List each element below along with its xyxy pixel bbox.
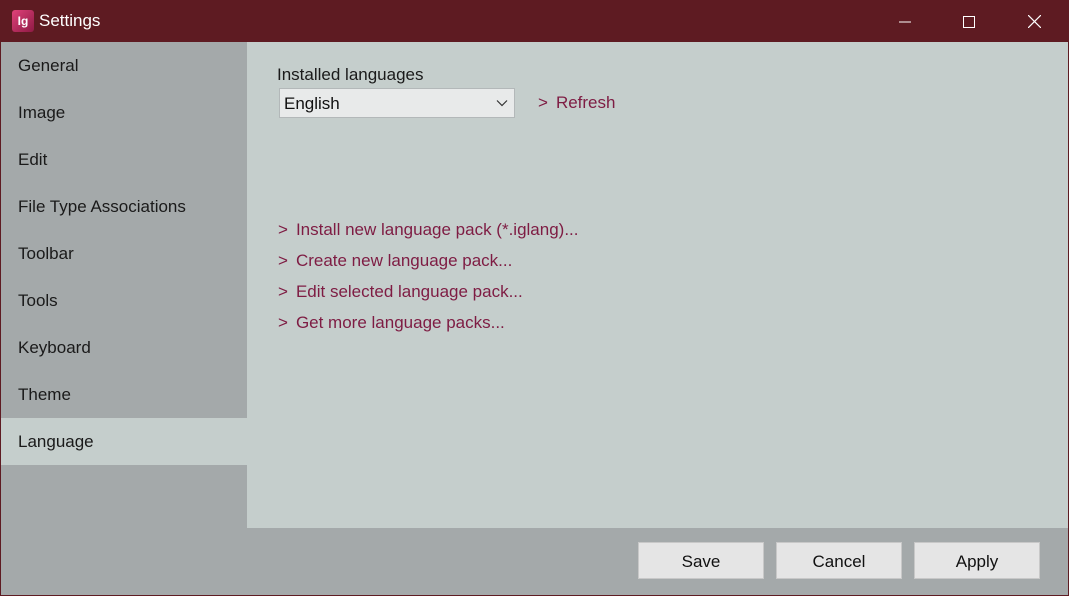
- create-language-pack-link[interactable]: > Create new language pack...: [278, 251, 512, 271]
- close-icon: [1027, 15, 1041, 28]
- install-language-pack-link[interactable]: > Install new language pack (*.iglang)...: [278, 220, 579, 240]
- get-more-language-packs-link[interactable]: > Get more language packs...: [278, 313, 505, 333]
- edit-language-pack-label: Edit selected language pack...: [295, 282, 523, 301]
- link-prefix: >: [538, 93, 548, 112]
- sidebar-item-general[interactable]: General: [1, 42, 247, 89]
- window-title: Settings: [39, 11, 101, 30]
- get-more-language-packs-label: Get more language packs...: [295, 313, 505, 332]
- sidebar-item-toolbar[interactable]: Toolbar: [1, 230, 247, 277]
- sidebar-item-keyboard[interactable]: Keyboard: [1, 324, 247, 371]
- maximize-button[interactable]: [936, 1, 1002, 42]
- chevron-down-icon: [496, 100, 508, 107]
- link-prefix: >: [278, 220, 288, 239]
- sidebar-item-language[interactable]: Language: [1, 418, 247, 465]
- link-prefix: >: [278, 282, 288, 301]
- apply-button[interactable]: Apply: [914, 542, 1040, 579]
- create-language-pack-label: Create new language pack...: [295, 251, 513, 270]
- title-bar[interactable]: Ig Settings: [1, 1, 1068, 42]
- sidebar-item-file-type-associations[interactable]: File Type Associations: [1, 183, 247, 230]
- sidebar-item-theme[interactable]: Theme: [1, 371, 247, 418]
- cancel-button[interactable]: Cancel: [776, 542, 902, 579]
- sidebar-item-edit[interactable]: Edit: [1, 136, 247, 183]
- refresh-link[interactable]: > Refresh: [538, 93, 615, 113]
- minimize-button[interactable]: [872, 1, 938, 42]
- link-prefix: >: [278, 313, 288, 332]
- language-dropdown-value: English: [284, 94, 340, 113]
- close-button[interactable]: [1001, 1, 1067, 42]
- language-settings-panel: Installed languages English > Refresh > In…: [247, 42, 1068, 528]
- save-button[interactable]: Save: [638, 542, 764, 579]
- edit-language-pack-link[interactable]: > Edit selected language pack...: [278, 282, 523, 302]
- maximize-icon: [963, 15, 975, 28]
- footer-bar: Save Cancel Apply: [247, 528, 1068, 595]
- sidebar-item-image[interactable]: Image: [1, 89, 247, 136]
- settings-sidebar: General Image Edit File Type Association…: [1, 42, 247, 595]
- language-dropdown[interactable]: English: [279, 88, 515, 118]
- app-icon: Ig: [12, 10, 34, 32]
- minimize-icon: [899, 21, 911, 22]
- settings-window: Ig Settings General Image Edit File Type…: [0, 0, 1069, 596]
- install-language-pack-label: Install new language pack (*.iglang)...: [295, 220, 579, 239]
- refresh-link-label: Refresh: [555, 93, 616, 112]
- installed-languages-label: Installed languages: [277, 65, 424, 84]
- link-prefix: >: [278, 251, 288, 270]
- sidebar-item-tools[interactable]: Tools: [1, 277, 247, 324]
